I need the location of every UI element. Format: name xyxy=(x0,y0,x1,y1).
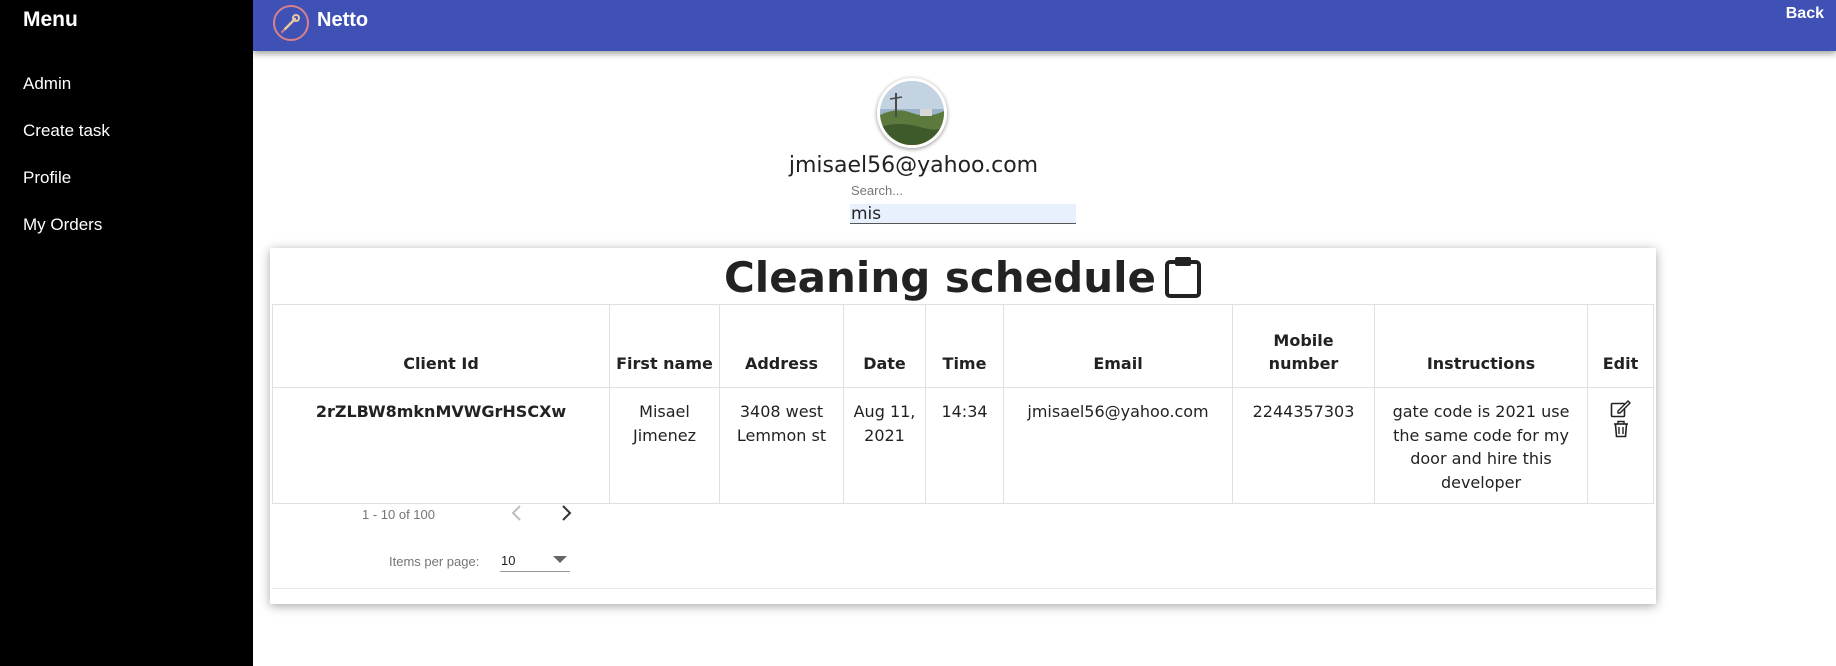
user-email: jmisael56@yahoo.com xyxy=(788,153,1039,178)
caret-down-icon xyxy=(553,556,567,563)
column-header-edit: Edit xyxy=(1587,304,1654,388)
paginator-range: 1 - 10 of 100 xyxy=(362,507,435,522)
table-header-row: Client Id First name Address Date Time E… xyxy=(272,304,1654,388)
cell-time: 14:34 xyxy=(925,387,1004,504)
cell-address: 3408 west Lemmon st xyxy=(719,387,844,504)
menu-title: Menu xyxy=(23,8,78,31)
brand-name[interactable]: Netto xyxy=(317,9,368,32)
paginator: 1 - 10 of 100 Items per page: 10 xyxy=(272,494,1654,589)
items-per-page-label: Items per page: xyxy=(389,554,480,569)
cell-edit xyxy=(1587,387,1654,504)
cell-mobile-number: 2244357303 xyxy=(1232,387,1375,504)
chevron-right-icon[interactable] xyxy=(555,502,577,524)
brand-logo-icon[interactable] xyxy=(273,5,309,41)
cleaning-schedule-card: Cleaning schedule Client Id First name A… xyxy=(270,248,1656,604)
cell-first-name: Misael Jimenez xyxy=(609,387,720,504)
schedule-table: Client Id First name Address Date Time E… xyxy=(272,304,1654,504)
back-button[interactable]: Back xyxy=(1786,5,1824,23)
clipboard-icon xyxy=(1165,257,1202,298)
items-per-page-select[interactable]: 10 xyxy=(500,551,570,572)
column-header-address[interactable]: Address xyxy=(719,304,844,388)
search-label: Search... xyxy=(851,183,904,198)
schedule-title: Cleaning schedule xyxy=(270,253,1656,302)
edit-icon[interactable] xyxy=(1610,400,1632,418)
cell-email: jmisael56@yahoo.com xyxy=(1003,387,1233,504)
schedule-title-text: Cleaning schedule xyxy=(723,253,1157,302)
column-header-email[interactable]: Email xyxy=(1003,304,1233,388)
column-header-mobile-number[interactable]: Mobile number xyxy=(1232,304,1375,388)
app-bar: Netto Back xyxy=(253,0,1836,51)
table-row: 2rZLBW8mknMVWGrHSCXw Misael Jimenez 3408… xyxy=(272,387,1654,504)
search-input[interactable] xyxy=(850,204,1076,224)
avatar xyxy=(877,78,947,148)
trash-icon[interactable] xyxy=(1613,420,1629,438)
sidebar-item-my-orders[interactable]: My Orders xyxy=(23,215,102,235)
sidebar-item-admin[interactable]: Admin xyxy=(23,74,71,94)
items-per-page-value: 10 xyxy=(501,553,516,568)
sidebar-item-create-task[interactable]: Create task xyxy=(23,121,110,141)
column-header-time[interactable]: Time xyxy=(925,304,1004,388)
cell-date: Aug 11, 2021 xyxy=(843,387,926,504)
sidebar: Menu Admin Create task Profile My Orders xyxy=(0,0,253,666)
chevron-left-icon[interactable] xyxy=(506,502,528,524)
cell-client-id: 2rZLBW8mknMVWGrHSCXw xyxy=(272,387,610,504)
cell-instructions: gate code is 2021 use the same code for … xyxy=(1374,387,1588,504)
column-header-client-id[interactable]: Client Id xyxy=(272,304,610,388)
sidebar-item-profile[interactable]: Profile xyxy=(23,168,71,188)
column-header-date[interactable]: Date xyxy=(843,304,926,388)
column-header-first-name[interactable]: First name xyxy=(609,304,720,388)
column-header-instructions[interactable]: Instructions xyxy=(1374,304,1588,388)
